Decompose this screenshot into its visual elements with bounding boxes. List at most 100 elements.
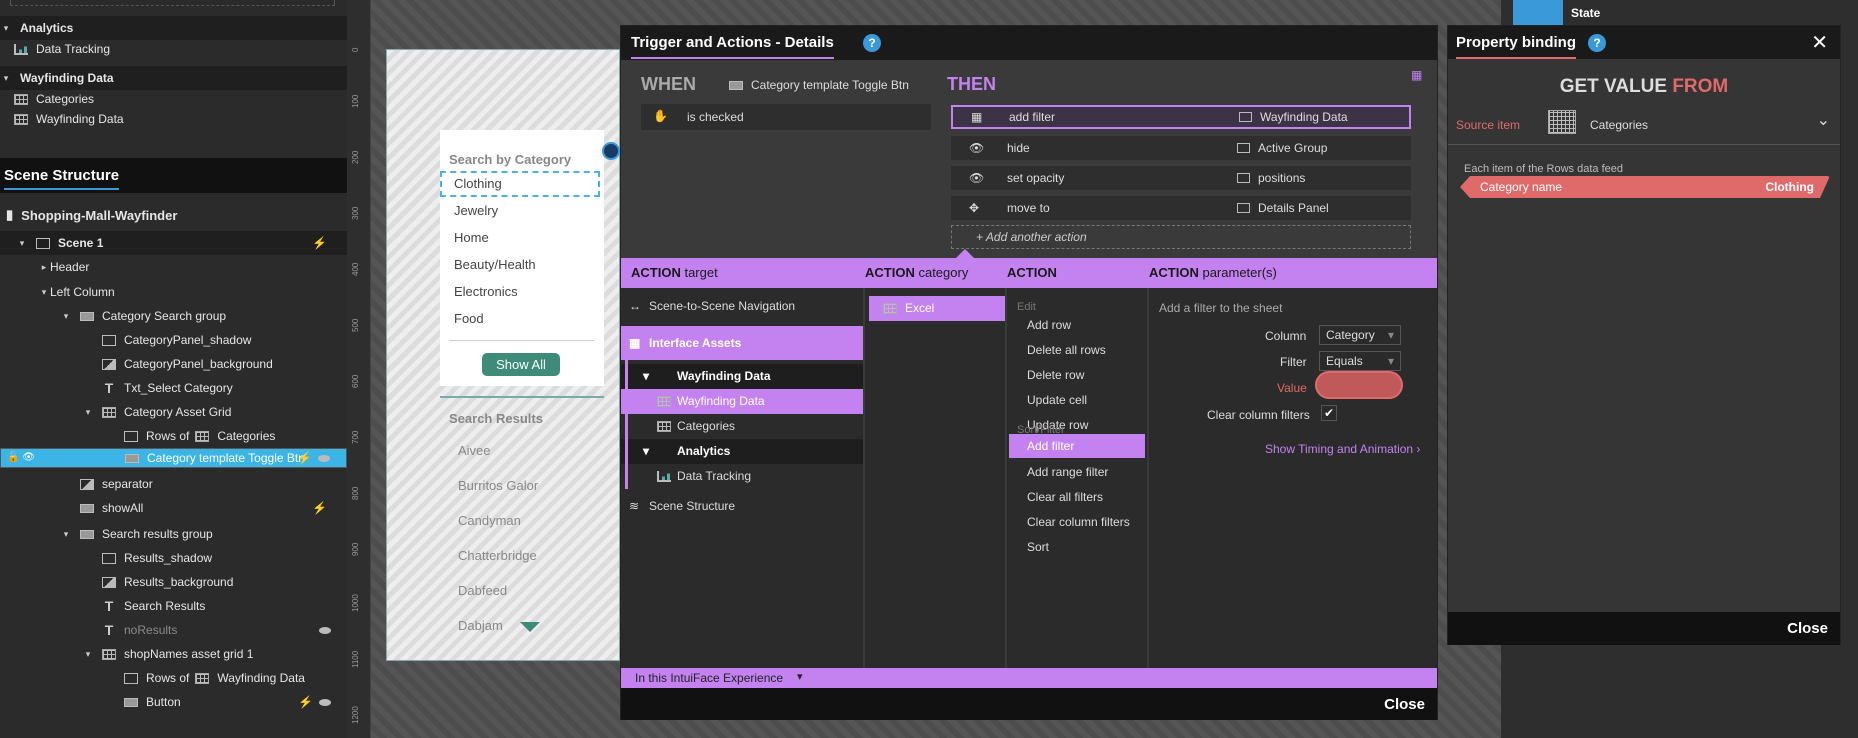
action-item[interactable]: Update cell <box>1027 393 1087 407</box>
scope-bar[interactable]: In this IntuiFace Experience ▾ <box>621 668 1437 688</box>
layer-data-tracking[interactable]: Data Tracking <box>0 37 347 61</box>
scene-tree-row[interactable]: TnoResults <box>0 618 347 642</box>
action-item[interactable]: Clear column filters <box>1027 515 1130 529</box>
scene-tree-row[interactable]: ▾ Category Search group <box>0 304 347 328</box>
help-icon[interactable]: ? <box>1588 34 1606 52</box>
result-item[interactable]: Dabjam <box>458 618 503 633</box>
target-wayfinding-group[interactable]: ▾ Wayfinding Data <box>621 364 863 389</box>
category-item[interactable]: Jewelry <box>454 203 498 218</box>
category-excel[interactable]: Excel <box>869 296 1005 321</box>
layer-wayfinding-data[interactable]: Wayfinding Data <box>0 107 347 131</box>
target-nav[interactable]: ↔ Scene-to-Scene Navigation <box>621 294 863 319</box>
add-another-action[interactable]: + Add another action <box>951 225 1411 249</box>
result-item[interactable]: Aivee <box>458 443 491 458</box>
chevron-down-icon[interactable]: ▾ <box>38 287 50 298</box>
move-icon: ✥ <box>969 201 980 215</box>
scroll-down-icon[interactable] <box>520 622 540 632</box>
action-item[interactable]: Add range filter <box>1027 465 1108 479</box>
chevron-down-icon[interactable]: ▾ <box>60 311 72 322</box>
trigger-icon[interactable]: ⚡ <box>312 236 327 250</box>
category-item[interactable]: Beauty/Health <box>454 257 536 272</box>
chevron-down-icon[interactable]: ▾ <box>60 529 72 540</box>
target-interface-assets[interactable]: ▦ Interface Assets <box>621 326 863 360</box>
scene-structure-header: Scene Structure <box>0 158 347 193</box>
column-select[interactable]: Category ▾ <box>1319 325 1401 345</box>
then-action-row[interactable]: ▦ add filter Wayfinding Data <box>951 105 1411 129</box>
visibility-toggle-icon[interactable] <box>319 626 331 634</box>
scene-tree-row[interactable]: Rows of Categories <box>0 424 347 448</box>
scene-tree-label: Category Asset Grid <box>124 405 232 419</box>
visibility-toggle-icon[interactable] <box>318 454 330 462</box>
action-item[interactable]: Add row <box>1027 318 1071 332</box>
scene-tree-row[interactable]: T Txt_Select Category <box>0 376 347 400</box>
ruler-tick-label: 900 <box>351 542 360 556</box>
close-icon[interactable]: ✕ <box>1811 30 1828 55</box>
scene-tree-row[interactable]: Results_background <box>0 570 347 594</box>
scene-tree-row[interactable]: ▾ Left Column <box>0 280 347 304</box>
scene-tree-row[interactable]: Button ⚡ <box>0 690 347 714</box>
target-data-tracking[interactable]: Data Tracking <box>621 464 863 489</box>
trigger-icon[interactable]: ⚡ <box>298 695 313 709</box>
result-item[interactable]: Dabfeed <box>458 583 507 598</box>
scene-tree-row[interactable]: T Search Results <box>0 594 347 618</box>
category-item[interactable]: Food <box>454 311 484 326</box>
visibility-toggle-icon[interactable] <box>319 698 331 706</box>
scene-tree-row[interactable]: Category template Toggle Btn ⚡ 🔓 👁 <box>0 448 347 468</box>
target-wayfinding-data[interactable]: Wayfinding Data <box>621 389 863 414</box>
project-row[interactable]: ▮ Shopping-Mall-Wayfinder <box>0 203 347 227</box>
chevron-right-icon[interactable]: ▸ <box>38 262 50 273</box>
hand-icon: ✋ <box>653 109 668 123</box>
then-action-row[interactable]: 👁 hide Active Group <box>951 136 1411 160</box>
result-item[interactable]: Burritos Galor <box>458 478 538 493</box>
scene-tree-row[interactable]: ▾ Search results group <box>0 522 347 546</box>
show-timing-link[interactable]: Show Timing and Animation › <box>1265 442 1420 456</box>
chevron-down-icon[interactable]: ▾ <box>82 649 94 660</box>
scene-tree-row[interactable]: Rows of Wayfinding Data <box>0 666 347 690</box>
chevron-down-icon[interactable]: ▾ <box>82 407 94 418</box>
trigger-source[interactable]: Category template Toggle Btn <box>729 78 909 92</box>
trigger-icon[interactable]: ⚡ <box>312 501 327 515</box>
scene-tree-row[interactable]: CategoryPanel_shadow <box>0 328 347 352</box>
category-name-field[interactable]: Category name Clothing <box>1460 176 1830 198</box>
action-item[interactable]: Add filter <box>1009 434 1145 458</box>
close-button[interactable]: Close <box>1787 620 1828 637</box>
target-analytics[interactable]: ▾ Analytics <box>621 439 863 464</box>
clear-column-filters-label: Clear column filters <box>1207 408 1310 422</box>
action-list: Edit Add row Delete all rows Delete row Upd… <box>1007 288 1147 668</box>
excel-icon: ▦ <box>971 110 983 124</box>
value-bound-field[interactable] <box>1315 371 1403 399</box>
target-categories[interactable]: Categories <box>621 414 863 439</box>
category-item[interactable]: Home <box>454 230 489 245</box>
scene-tree-row[interactable]: showAll ⚡ <box>0 496 347 520</box>
scene-tree-row[interactable]: CategoryPanel_background <box>0 352 347 376</box>
help-icon[interactable]: ? <box>863 34 881 52</box>
source-item-value[interactable]: Categories <box>1590 118 1648 132</box>
chevron-down-icon[interactable]: ▾ <box>16 238 28 249</box>
then-action-row[interactable]: ✥ move to Details Panel <box>951 196 1411 220</box>
chevron-down-icon[interactable]: ⌄ <box>1817 110 1830 130</box>
scene-tree-row[interactable]: Results_shadow <box>0 546 347 570</box>
trigger-icon[interactable]: ⚡ <box>297 449 312 467</box>
scene-tree-row[interactable]: ▾ Category Asset Grid <box>0 400 347 424</box>
trigger-condition[interactable]: ✋ is checked <box>641 104 931 130</box>
category-item[interactable]: Electronics <box>454 284 518 299</box>
scene-tree-row[interactable]: ▾ shopNames asset grid 1 <box>0 642 347 666</box>
lock-eye-icon[interactable]: 🔓 👁 <box>7 449 35 467</box>
action-item[interactable]: Clear all filters <box>1027 490 1103 504</box>
category-item[interactable]: Clothing <box>454 176 502 191</box>
close-button[interactable]: Close <box>1384 696 1425 713</box>
scene-tree-row[interactable]: ▾ Scene 1 ⚡ <box>0 231 347 255</box>
result-item[interactable]: Chatterbridge <box>458 548 537 563</box>
target-scene-structure[interactable]: ≋ Scene Structure <box>621 494 863 519</box>
action-item[interactable]: Delete all rows <box>1027 343 1106 357</box>
then-action-row[interactable]: 👁 set opacity positions <box>951 166 1411 190</box>
show-all-button[interactable]: Show All <box>482 353 560 376</box>
action-item[interactable]: Delete row <box>1027 368 1084 382</box>
table-view-icon[interactable]: ▦ <box>1411 68 1422 82</box>
action-item[interactable]: Sort <box>1027 540 1049 554</box>
scene-tree-row[interactable]: separator <box>0 472 347 496</box>
clear-column-filters-checkbox[interactable]: ✔ <box>1321 405 1337 421</box>
filter-select[interactable]: Equals ▾ <box>1319 351 1401 371</box>
result-item[interactable]: Candyman <box>458 513 521 528</box>
scene-tree-row[interactable]: ▸ Header <box>0 255 347 279</box>
